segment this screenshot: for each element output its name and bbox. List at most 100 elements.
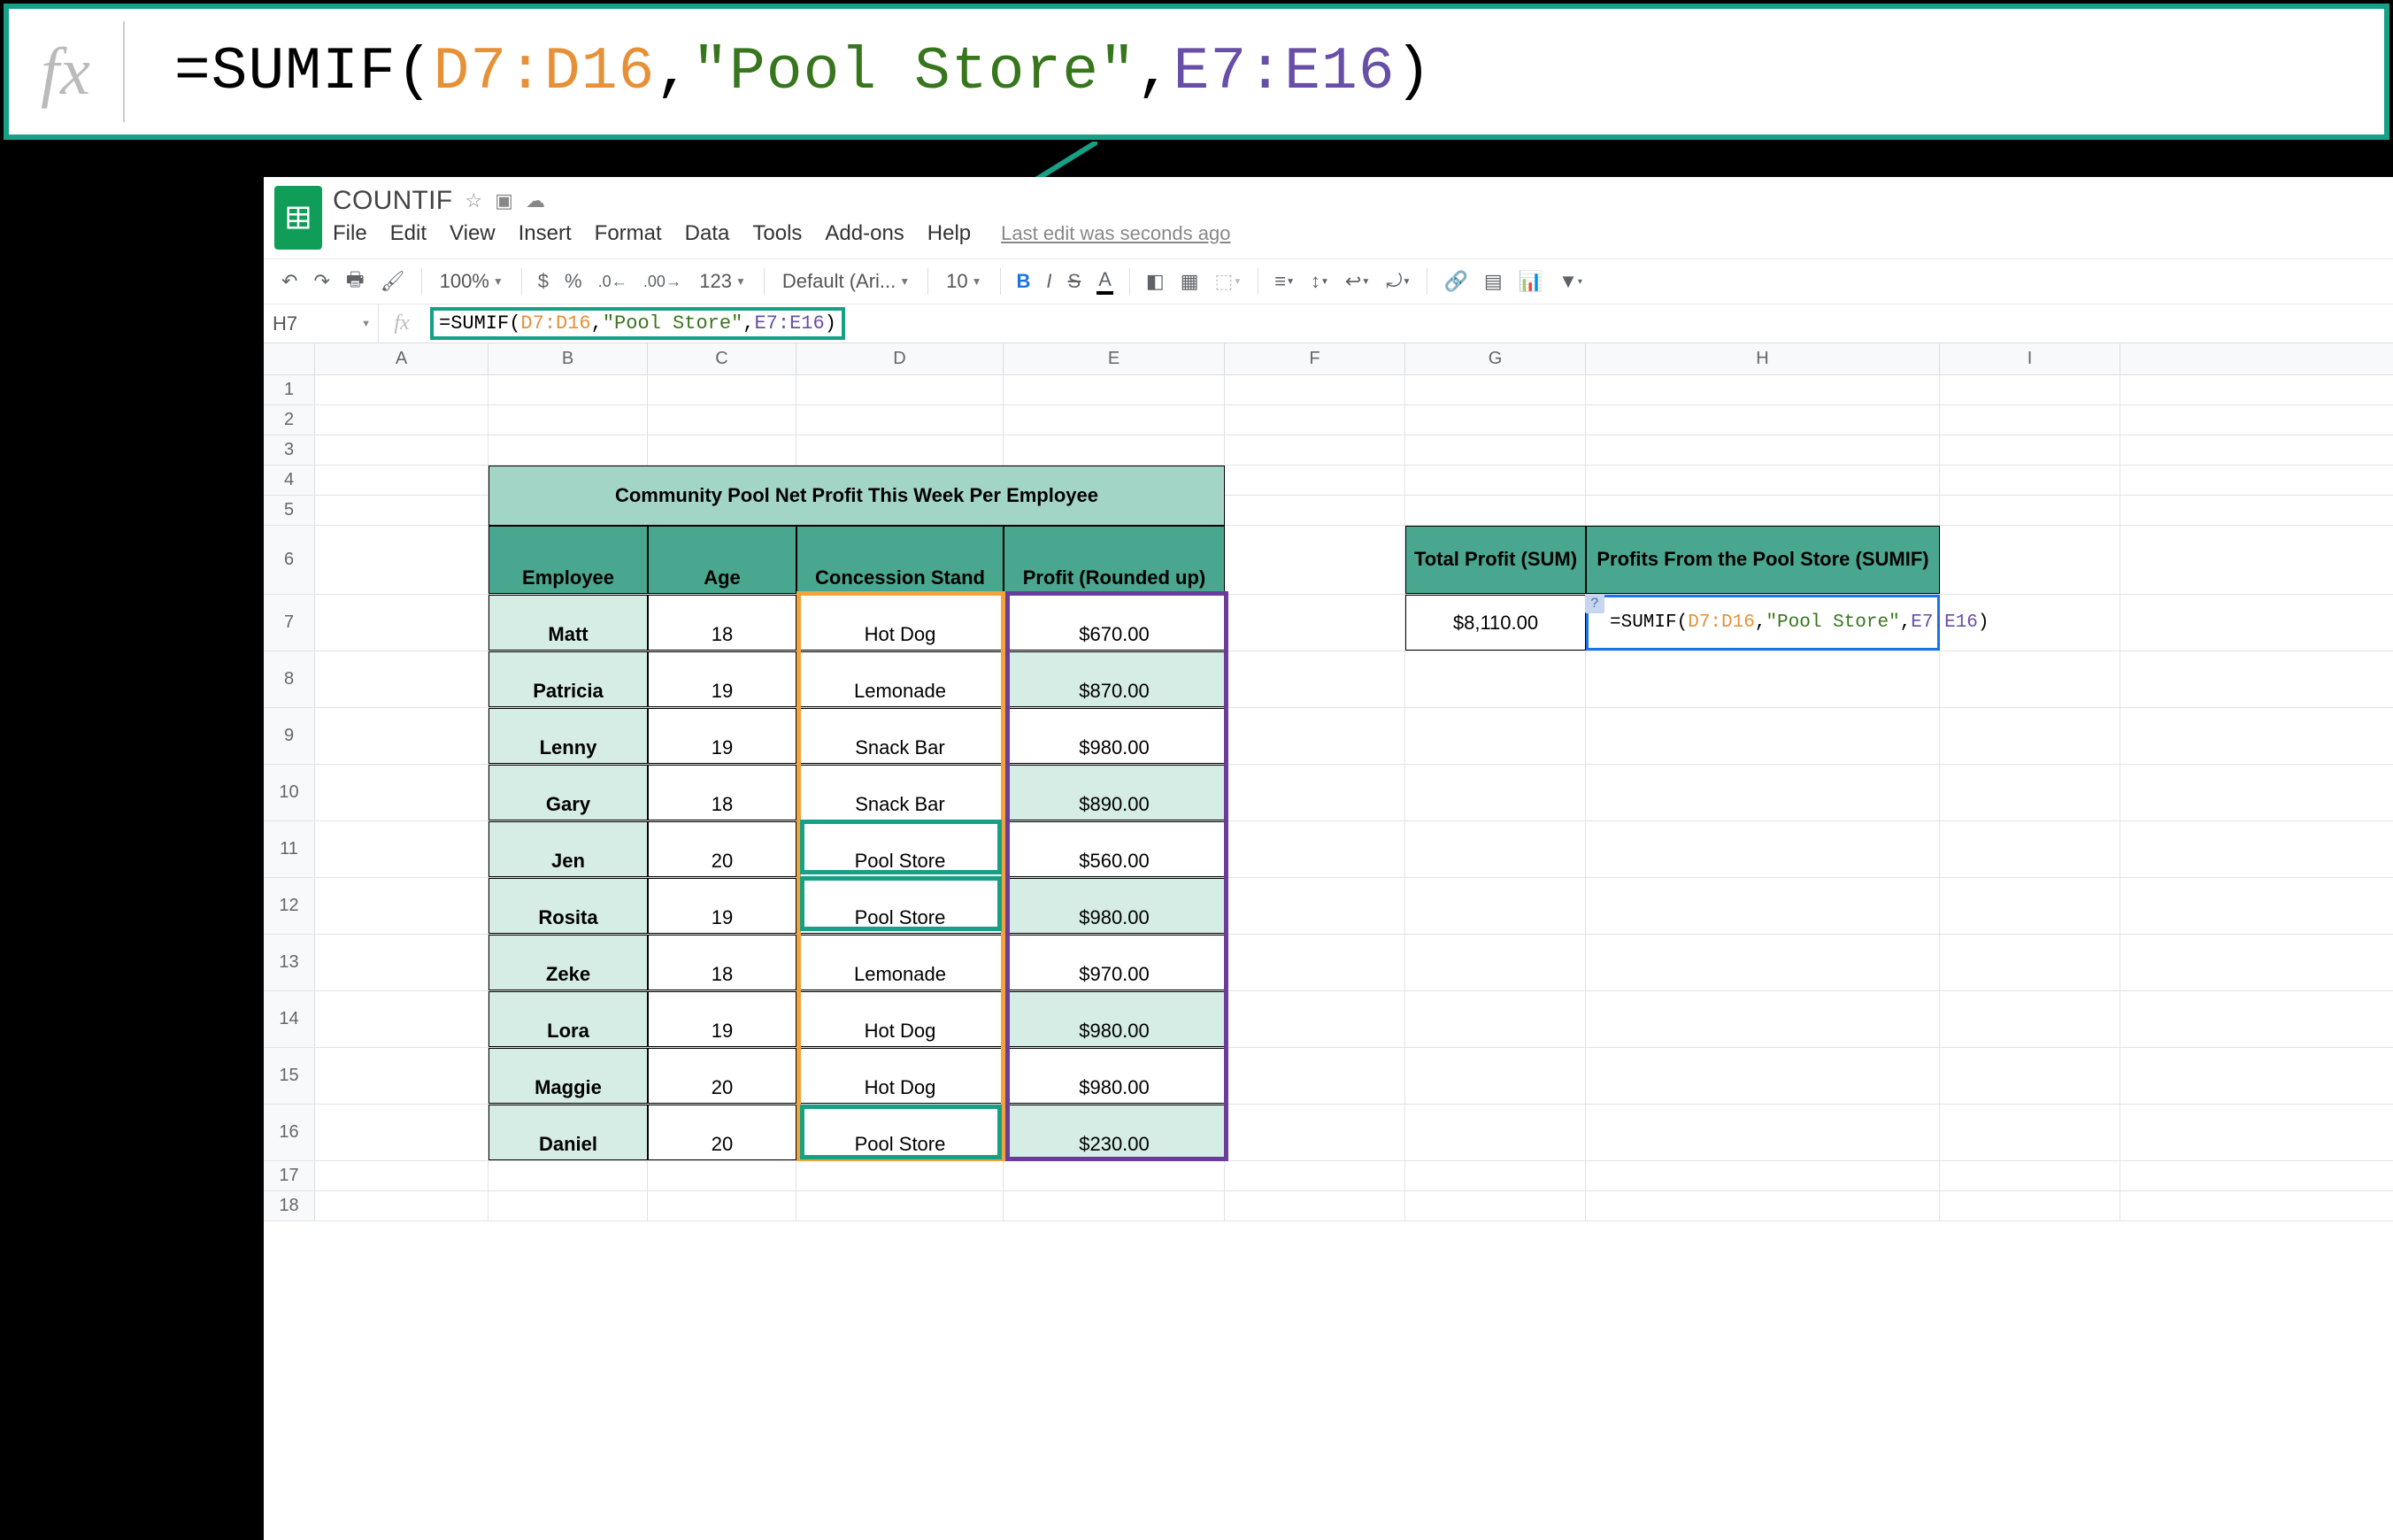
profit-cell[interactable]: $980.00: [1004, 878, 1225, 934]
cell[interactable]: [1405, 435, 1586, 465]
cell[interactable]: [1405, 1105, 1586, 1160]
redo-icon[interactable]: ↷: [308, 266, 335, 296]
menu-help[interactable]: Help: [927, 221, 971, 246]
age-cell[interactable]: 18: [648, 935, 796, 990]
employee-cell[interactable]: Zeke: [489, 935, 648, 990]
comment-icon[interactable]: ▤: [1479, 266, 1508, 296]
cell[interactable]: [1225, 651, 1405, 707]
cell[interactable]: [1586, 405, 1940, 435]
col-header-e[interactable]: E: [1004, 343, 1225, 374]
cell[interactable]: [315, 765, 489, 820]
decrease-decimal-button[interactable]: .0←: [593, 268, 633, 295]
age-cell[interactable]: 18: [648, 765, 796, 820]
v-align-icon[interactable]: ↕▼: [1305, 266, 1335, 296]
cell[interactable]: [1586, 375, 1940, 404]
cell[interactable]: [1586, 765, 1940, 820]
row-header[interactable]: 15: [264, 1048, 315, 1104]
cell[interactable]: [315, 405, 489, 435]
table-header[interactable]: Employee: [489, 526, 648, 594]
rotate-icon[interactable]: ⤾▼: [1381, 266, 1416, 296]
cell[interactable]: [796, 1161, 1004, 1190]
menu-view[interactable]: View: [450, 221, 496, 246]
last-edit-link[interactable]: Last edit was seconds ago: [1001, 222, 1230, 245]
cell[interactable]: [1405, 466, 1586, 495]
cell[interactable]: [1940, 1161, 2120, 1190]
cell[interactable]: [1004, 405, 1225, 435]
stand-cell[interactable]: Pool Store: [796, 1105, 1004, 1160]
star-icon[interactable]: ☆: [465, 189, 482, 212]
cell[interactable]: [315, 1048, 489, 1104]
row-header[interactable]: 14: [264, 991, 315, 1047]
cell[interactable]: [315, 651, 489, 707]
cell[interactable]: [1225, 466, 1405, 495]
cell[interactable]: [1225, 1191, 1405, 1220]
cell[interactable]: [1940, 765, 2120, 820]
cell[interactable]: [1405, 496, 1586, 525]
cell[interactable]: [1405, 821, 1586, 877]
cell[interactable]: [1940, 991, 2120, 1047]
cell[interactable]: [1940, 821, 2120, 877]
cell[interactable]: [315, 526, 489, 594]
cell[interactable]: [1405, 765, 1586, 820]
cell[interactable]: [648, 375, 796, 404]
cell[interactable]: [1940, 935, 2120, 990]
profit-cell[interactable]: $980.00: [1004, 708, 1225, 764]
cell[interactable]: [1586, 878, 1940, 934]
cell[interactable]: [1225, 1105, 1405, 1160]
profit-cell[interactable]: $870.00: [1004, 651, 1225, 707]
undo-icon[interactable]: ↶: [276, 266, 303, 296]
cell[interactable]: [1225, 935, 1405, 990]
cell[interactable]: [1940, 435, 2120, 465]
employee-cell[interactable]: Matt: [489, 595, 648, 651]
age-cell[interactable]: 20: [648, 1048, 796, 1104]
profit-cell[interactable]: $670.00: [1004, 595, 1225, 651]
employee-cell[interactable]: Gary: [489, 765, 648, 820]
employee-cell[interactable]: Rosita: [489, 878, 648, 934]
number-format-dropdown[interactable]: 123▼: [692, 268, 753, 295]
profit-cell[interactable]: $560.00: [1004, 821, 1225, 877]
italic-button[interactable]: I: [1041, 266, 1057, 296]
cloud-icon[interactable]: ☁: [526, 189, 545, 212]
cell[interactable]: [1940, 526, 2120, 594]
employee-cell[interactable]: Lora: [489, 991, 648, 1047]
fill-color-icon[interactable]: ◧: [1141, 266, 1170, 296]
cell[interactable]: [1405, 991, 1586, 1047]
row-header[interactable]: 13: [264, 935, 315, 990]
table-header[interactable]: Concession Stand: [796, 526, 1004, 594]
profit-cell[interactable]: $890.00: [1004, 765, 1225, 820]
cell[interactable]: [1940, 708, 2120, 764]
profit-cell[interactable]: $970.00: [1004, 935, 1225, 990]
cell[interactable]: [1225, 1161, 1405, 1190]
cell[interactable]: [1586, 651, 1940, 707]
stand-cell[interactable]: Pool Store: [796, 878, 1004, 934]
age-cell[interactable]: 19: [648, 651, 796, 707]
age-cell[interactable]: 18: [648, 595, 796, 651]
currency-button[interactable]: $: [533, 266, 554, 296]
cell[interactable]: [1940, 466, 2120, 495]
cell[interactable]: [315, 1105, 489, 1160]
cell[interactable]: [796, 405, 1004, 435]
cell[interactable]: [648, 405, 796, 435]
document-title[interactable]: COUNTIF: [333, 186, 452, 216]
cell[interactable]: [1940, 405, 2120, 435]
menu-insert[interactable]: Insert: [519, 221, 572, 246]
row-header[interactable]: 1: [264, 375, 315, 404]
cell[interactable]: [1225, 496, 1405, 525]
cell[interactable]: [1225, 526, 1405, 594]
cell[interactable]: [1940, 375, 2120, 404]
merge-cells-icon[interactable]: ⬚▼: [1210, 266, 1248, 296]
row-header[interactable]: 12: [264, 878, 315, 934]
row-header[interactable]: 5: [264, 496, 315, 525]
menu-data[interactable]: Data: [685, 221, 730, 246]
link-icon[interactable]: 🔗: [1438, 266, 1473, 296]
borders-icon[interactable]: ▦: [1175, 266, 1204, 296]
stand-cell[interactable]: Snack Bar: [796, 765, 1004, 820]
font-size-dropdown[interactable]: 10▼: [939, 268, 989, 295]
row-header[interactable]: 8: [264, 651, 315, 707]
cell[interactable]: [489, 1191, 648, 1220]
wrap-icon[interactable]: ↩▼: [1340, 266, 1375, 296]
employee-cell[interactable]: Lenny: [489, 708, 648, 764]
cell[interactable]: [1405, 375, 1586, 404]
cell[interactable]: [489, 435, 648, 465]
cell[interactable]: [315, 595, 489, 651]
